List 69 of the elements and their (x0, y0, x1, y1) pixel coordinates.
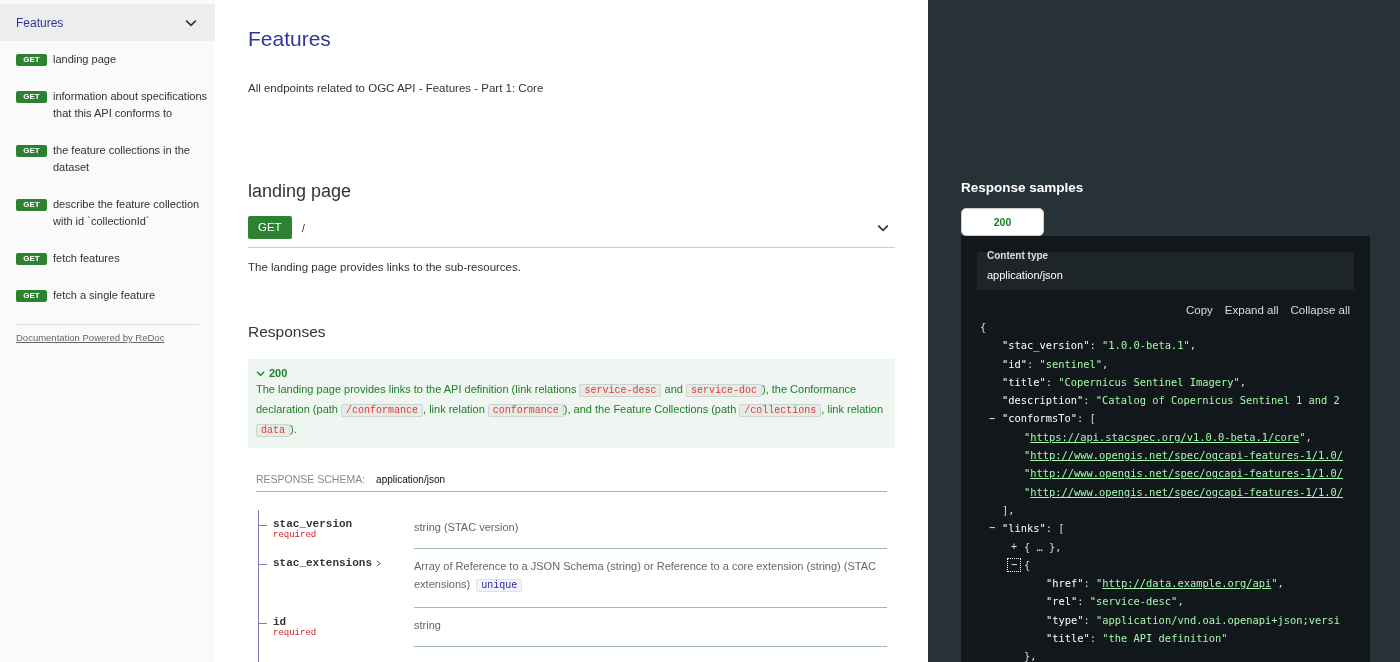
response-toggle[interactable]: 200 (256, 367, 887, 379)
required-label: required (273, 530, 318, 540)
code-line: "type": "application/vnd.oai.openapi+json;versi (1046, 612, 1341, 628)
property-toggle[interactable]: stac_extensions (273, 557, 373, 569)
sidebar-item[interactable]: fetch a single feature (53, 287, 156, 304)
code-action-button[interactable]: Collapse all (1286, 302, 1354, 318)
expand-toggle[interactable]: + (1007, 539, 1021, 554)
code-line: }, (1024, 649, 1037, 662)
method-badge: GET (16, 54, 47, 66)
sidebar-item[interactable]: fetch features (53, 250, 120, 267)
property-name: stac_version (273, 518, 353, 530)
schema-label: RESPONSE SCHEMA: (256, 473, 366, 485)
code-line: { (1024, 557, 1031, 573)
code-line: { (980, 320, 987, 335)
required-label: required (273, 628, 318, 638)
url-link[interactable]: http://www.opengis.net/spec/ogcapi-features-1/1.0/ (1030, 467, 1344, 480)
section-description: All endpoints related to OGC API - Features - Part 1: Core (248, 82, 545, 94)
code-line: "description": "Catalog of Copernicus Sentinel 1 and 2 (1002, 393, 1340, 409)
content-type-select[interactable]: Content type application/json (977, 252, 1354, 290)
collapse-toggle[interactable]: − (985, 521, 999, 536)
operation-title: landing page (248, 181, 353, 202)
url-link[interactable]: https://api.stacspec.org/v1.0.0-beta.1/core (1030, 430, 1300, 443)
collapse-toggle[interactable]: − (985, 411, 999, 426)
sidebar-group-header[interactable]: Features (0, 4, 215, 41)
code-line: "href": "http://data.example.org/api", (1046, 576, 1284, 592)
sidebar-item[interactable]: describe the feature collection with id `collectionId` (53, 196, 209, 230)
method-badge: GET (16, 91, 47, 103)
url-link[interactable]: http://www.opengis.net/spec/ogcapi-features-1/1.0/ (1030, 485, 1344, 498)
property-name: id (273, 616, 287, 628)
method-badge: GET (16, 290, 47, 302)
property-description: string (STAC version) (414, 510, 887, 549)
collapse-toggle[interactable]: − (1007, 558, 1021, 572)
url-link[interactable]: http://data.example.org/api (1102, 577, 1272, 590)
code-line: "http://www.opengis.net/spec/ogcapi-features-1/1.0/ (1024, 466, 1344, 482)
code-line: "http://www.opengis.net/spec/ogcapi-features-1/1.0/ (1024, 484, 1344, 500)
method-badge: GET (16, 145, 47, 157)
method-badge: GET (248, 216, 292, 239)
content-type: application/json (376, 474, 446, 485)
sidebar-item[interactable]: the feature collections in the dataset (53, 142, 209, 176)
section-title: Features (248, 27, 332, 51)
response-description: The landing page provides links to the API definition (link relations service-desc and service-doc ), the Conformance declaration (path /conformance , link relation conformance ), and the Feature Collections (path /collections , link relation data ). (256, 382, 885, 439)
operation-summary: The landing page provides links to the sub-resources. (248, 261, 522, 273)
code-line: "title": "Copernicus Sentinel Imagery", (1002, 374, 1246, 390)
responses-heading: Responses (248, 323, 327, 341)
code-line: { … }, (1024, 539, 1062, 555)
method-badge: GET (16, 199, 47, 211)
property-description: Array of Reference to a JSON Schema (string) or Reference to a core extension (string) (STAC extensions) unique (414, 549, 887, 608)
code-line: "title": "the API definition" (1046, 631, 1228, 647)
code-line: "links": [ (1002, 521, 1065, 537)
code-action-button[interactable]: Copy (1181, 302, 1217, 318)
endpoint-bar[interactable]: GET / (248, 216, 895, 248)
method-badge: GET (16, 253, 47, 265)
code-line: "conformsTo": [ (1002, 411, 1096, 427)
samples-title: Response samples (961, 180, 1085, 195)
code-line: "https://api.stacspec.org/v1.0.0-beta.1/core", (1024, 429, 1312, 445)
sidebar-item[interactable]: information about specifications that this API conforms to (53, 88, 209, 122)
property-description: string (414, 608, 887, 647)
code-line: ], (1002, 502, 1015, 518)
code-line: "stac_version": "1.0.0-beta.1", (1002, 338, 1196, 354)
footer-link[interactable]: Documentation Powered by ReDoc (16, 332, 165, 343)
code-line: "http://www.opengis.net/spec/ogcapi-features-1/1.0/ (1024, 448, 1344, 464)
code-line: "id": "sentinel", (1002, 356, 1109, 372)
group-label: Features (16, 15, 64, 30)
sidebar-item[interactable]: landing page (53, 51, 116, 68)
code-action-button[interactable]: Expand all (1220, 302, 1283, 318)
endpoint-path: / (301, 221, 306, 234)
url-link[interactable]: http://www.opengis.net/spec/ogcapi-features-1/1.0/ (1030, 449, 1344, 462)
status-tab[interactable]: 200 (961, 208, 1044, 236)
code-line: "rel": "service-desc", (1046, 594, 1184, 610)
